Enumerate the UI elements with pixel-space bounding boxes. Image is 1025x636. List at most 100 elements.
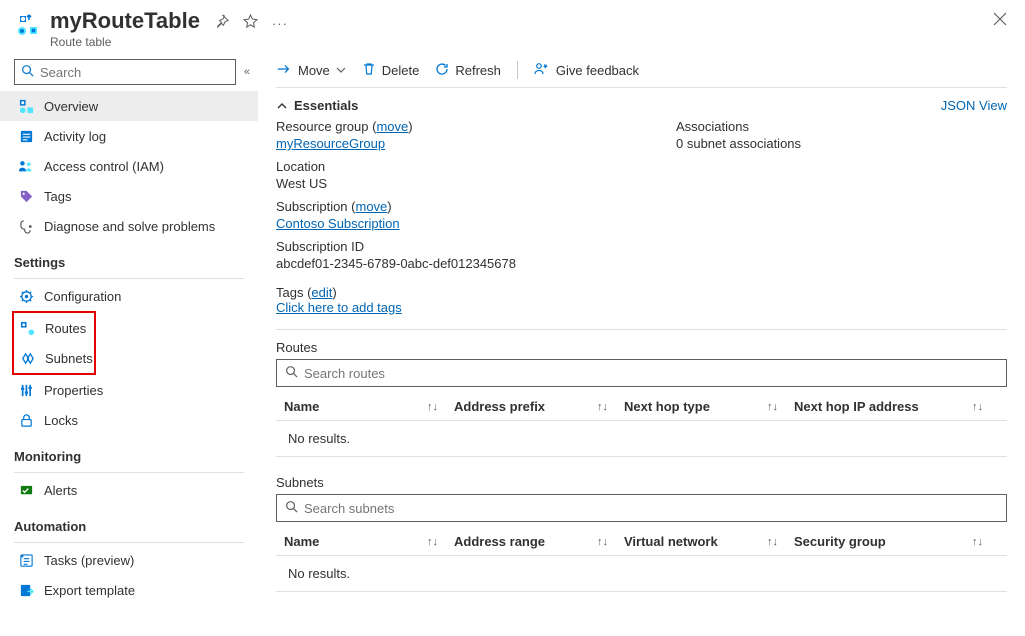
routes-table-header: Name↑↓ Address prefix↑↓ Next hop type↑↓ …	[276, 393, 1007, 421]
toolbar-label: Give feedback	[556, 63, 639, 78]
subscription-move-link[interactable]: move	[356, 199, 388, 214]
add-tags-link[interactable]: Click here to add tags	[276, 300, 402, 315]
sidebar-item-label: Export template	[44, 583, 135, 598]
sidebar-item-alerts[interactable]: Alerts	[0, 475, 258, 505]
sort-icon: ↑↓	[597, 401, 608, 413]
essentials-toggle[interactable]: Essentials JSON View	[276, 88, 1007, 119]
sidebar-item-label: Access control (IAM)	[44, 159, 164, 174]
subnets-col-virtual-network[interactable]: Virtual network↑↓	[624, 534, 794, 549]
sidebar-search[interactable]	[14, 59, 236, 85]
subnets-col-name[interactable]: Name↑↓	[284, 534, 454, 549]
star-icon[interactable]	[243, 14, 258, 32]
routes-col-next-hop-type[interactable]: Next hop type↑↓	[624, 399, 794, 414]
subnets-search-input[interactable]	[304, 501, 998, 516]
tags-row: Tags (edit) Click here to add tags	[276, 281, 1007, 325]
sidebar-item-configuration[interactable]: Configuration	[0, 281, 258, 311]
sort-icon: ↑↓	[597, 536, 608, 548]
toolbar-divider	[517, 61, 518, 79]
sidebar-item-tags[interactable]: Tags	[0, 181, 258, 211]
sort-icon: ↑↓	[767, 401, 778, 413]
more-icon[interactable]: ···	[272, 16, 288, 31]
sort-icon: ↑↓	[972, 401, 983, 413]
move-button[interactable]: Move	[276, 62, 346, 79]
delete-button[interactable]: Delete	[362, 62, 420, 79]
routes-title: Routes	[276, 340, 1007, 355]
page-subtitle: Route table	[50, 35, 200, 49]
sidebar-item-label: Configuration	[44, 289, 121, 304]
sidebar-item-label: Tasks (preview)	[44, 553, 134, 568]
highlight-annotation: Routes Subnets	[12, 311, 96, 375]
sidebar-item-label: Locks	[44, 413, 78, 428]
subscription-id-label: Subscription ID	[276, 239, 656, 254]
routes-search[interactable]	[276, 359, 1007, 387]
sidebar-item-properties[interactable]: Properties	[0, 375, 258, 405]
sidebar-item-label: Subnets	[45, 351, 93, 366]
subnets-col-address-range[interactable]: Address range↑↓	[454, 534, 624, 549]
sidebar-item-tasks[interactable]: Tasks (preview)	[0, 545, 258, 575]
divider	[14, 278, 244, 279]
route-table-icon	[14, 12, 42, 40]
routes-col-name[interactable]: Name↑↓	[284, 399, 454, 414]
sidebar-item-overview[interactable]: Overview	[0, 91, 258, 121]
refresh-button[interactable]: Refresh	[435, 62, 501, 79]
sidebar-item-access-control[interactable]: Access control (IAM)	[0, 151, 258, 181]
subscription-link[interactable]: Contoso Subscription	[276, 216, 656, 231]
resource-group-move-link[interactable]: move	[376, 119, 408, 134]
routes-col-next-hop-ip[interactable]: Next hop IP address↑↓	[794, 399, 999, 414]
collapse-sidebar-icon[interactable]: «	[244, 66, 250, 78]
routes-search-input[interactable]	[304, 366, 998, 381]
sidebar-item-label: Tags	[44, 189, 71, 204]
tags-edit-link[interactable]: edit	[311, 285, 332, 300]
tags-icon	[18, 188, 34, 204]
subnets-icon	[20, 350, 35, 366]
tags-label: Tags	[276, 285, 303, 300]
sidebar-item-activity-log[interactable]: Activity log	[0, 121, 258, 151]
sidebar-item-label: Properties	[44, 383, 103, 398]
search-icon	[21, 64, 34, 80]
sidebar-search-input[interactable]	[40, 65, 229, 80]
sort-icon: ↑↓	[427, 401, 438, 413]
sidebar-item-routes[interactable]: Routes	[14, 313, 94, 343]
essentials-label: Essentials	[294, 98, 358, 113]
feedback-icon	[534, 62, 550, 79]
pin-icon[interactable]	[214, 14, 229, 32]
toolbar-label: Refresh	[455, 63, 501, 78]
command-bar: Move Delete Refresh	[276, 55, 1007, 88]
chevron-down-icon	[336, 63, 346, 78]
subnets-no-results: No results.	[276, 556, 1007, 592]
subnets-search[interactable]	[276, 494, 1007, 522]
sidebar-item-label: Routes	[45, 321, 86, 336]
close-icon[interactable]	[993, 12, 1007, 31]
sidebar-item-diagnose[interactable]: Diagnose and solve problems	[0, 211, 258, 241]
json-view-link[interactable]: JSON View	[941, 98, 1007, 113]
delete-icon	[362, 62, 376, 79]
associations-value: 0 subnet associations	[676, 136, 1007, 151]
divider	[14, 542, 244, 543]
feedback-button[interactable]: Give feedback	[534, 62, 639, 79]
sidebar-item-label: Overview	[44, 99, 98, 114]
sidebar-item-subnets[interactable]: Subnets	[14, 343, 94, 373]
move-icon	[276, 62, 292, 79]
resource-group-link[interactable]: myResourceGroup	[276, 136, 656, 151]
toolbar-label: Delete	[382, 63, 420, 78]
subscription-label: Subscription (move)	[276, 199, 656, 214]
sidebar-item-label: Activity log	[44, 129, 106, 144]
blade-header: myRouteTable Route table ···	[0, 0, 1025, 55]
divider	[276, 329, 1007, 330]
activity-log-icon	[18, 128, 34, 144]
sort-icon: ↑↓	[767, 536, 778, 548]
subscription-id-value: abcdef01-2345-6789-0abc-def012345678	[276, 256, 656, 271]
chevron-up-icon	[276, 100, 290, 112]
search-icon	[285, 365, 298, 381]
alerts-icon	[18, 482, 34, 498]
routes-col-address-prefix[interactable]: Address prefix↑↓	[454, 399, 624, 414]
sort-icon: ↑↓	[972, 536, 983, 548]
sidebar-item-locks[interactable]: Locks	[0, 405, 258, 435]
location-value: West US	[276, 176, 656, 191]
subnets-col-security-group[interactable]: Security group↑↓	[794, 534, 999, 549]
routes-icon	[20, 320, 35, 336]
page-title: myRouteTable	[50, 8, 200, 34]
essentials-grid: Resource group (move) myResourceGroup As…	[276, 119, 1007, 281]
tasks-icon	[18, 552, 34, 568]
sidebar-item-export-template[interactable]: Export template	[0, 575, 258, 605]
